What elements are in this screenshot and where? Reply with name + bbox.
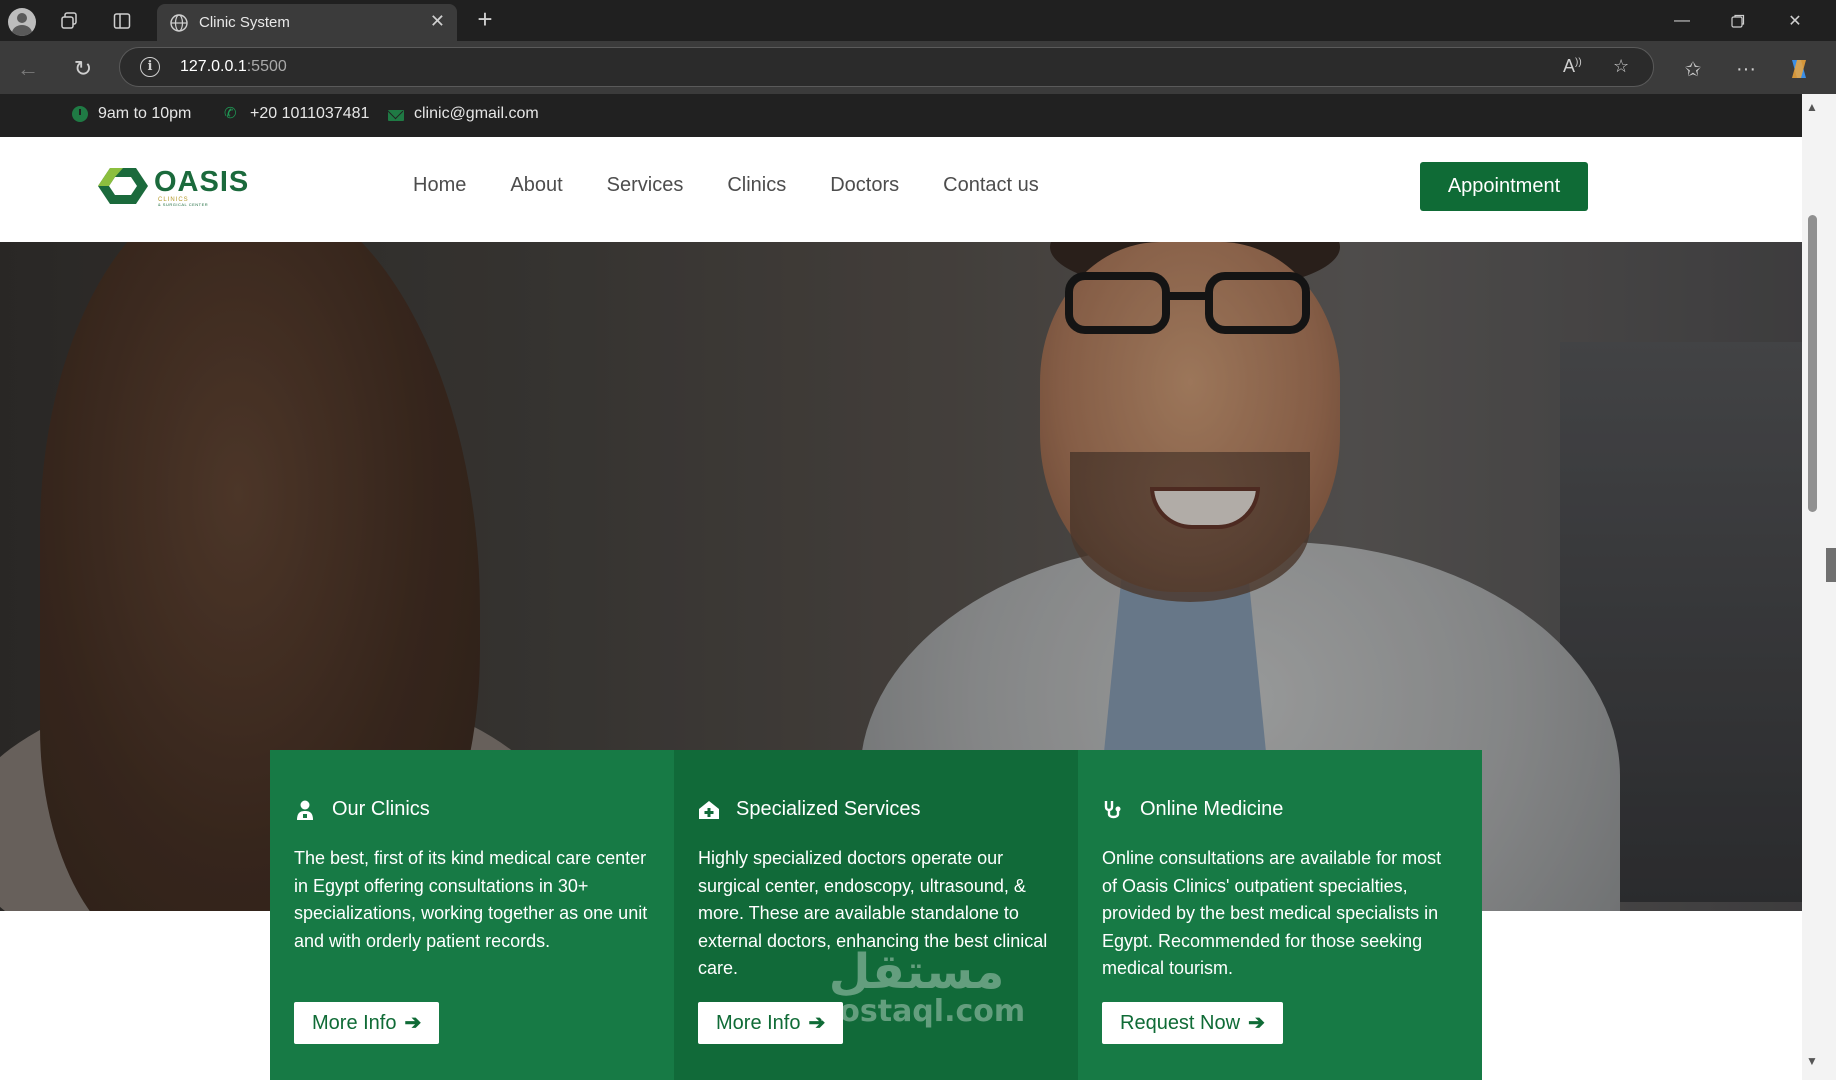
phone-item: ✆ +20 1011037481 [224, 105, 369, 123]
close-window-icon[interactable]: ✕ [1772, 8, 1818, 34]
card-text: The best, first of its kind medical care… [294, 848, 648, 951]
site-info-icon[interactable]: i [140, 57, 160, 77]
browser-tab-bar: Clinic System ✕ + — ✕ [0, 0, 1836, 41]
card-specialized-services: Specialized Services Highly specialized … [674, 750, 1078, 1080]
workspaces-icon[interactable] [56, 8, 82, 34]
page-viewport: 9am to 10pm ✆ +20 1011037481 clinic@gmai… [0, 94, 1802, 1080]
address-input[interactable]: i 127.0.0.1:5500 A)) ☆ [119, 47, 1654, 87]
favorite-star-icon[interactable]: ☆ [1613, 56, 1629, 77]
arrow-right-icon: ➔ [404, 1012, 422, 1034]
url-text: 127.0.0.1:5500 [180, 58, 287, 75]
nav-about[interactable]: About [510, 174, 562, 197]
profile-avatar-icon[interactable] [8, 8, 36, 36]
read-aloud-icon[interactable]: A)) [1563, 56, 1582, 77]
house-medical-icon [698, 799, 720, 821]
logo-subtagline: & SURGICAL CENTER [158, 202, 209, 207]
active-tab[interactable]: Clinic System ✕ [157, 4, 457, 41]
arrow-right-icon: ➔ [1248, 1012, 1265, 1034]
scrollbar-thumb[interactable] [1808, 215, 1817, 512]
scroll-down-icon[interactable]: ▼ [1806, 1054, 1818, 1068]
hours-text: 9am to 10pm [98, 105, 192, 122]
clock-icon [72, 106, 88, 122]
reload-icon[interactable]: ↻ [68, 54, 98, 84]
email-item: clinic@gmail.com [388, 105, 539, 123]
feature-cards: Our Clinics The best, first of its kind … [270, 750, 1482, 1080]
logo-text: OASIS [154, 166, 250, 198]
hexagon-logo-icon [98, 168, 148, 204]
globe-icon [170, 14, 188, 32]
back-icon[interactable]: ← [13, 54, 43, 84]
scroll-up-icon[interactable]: ▲ [1806, 100, 1818, 114]
new-tab-icon[interactable]: + [472, 4, 498, 34]
email-text: clinic@gmail.com [414, 105, 539, 122]
card-title: Our Clinics [332, 798, 430, 820]
stethoscope-icon [1102, 799, 1124, 821]
main-navbar: OASIS CLINICS & SURGICAL CENTER Home Abo… [0, 137, 1802, 242]
user-doctor-icon [294, 799, 316, 821]
nav-clinics[interactable]: Clinics [727, 174, 786, 197]
card-text: Highly specialized doctors operate our s… [698, 848, 1048, 978]
appointment-button[interactable]: Appointment [1420, 162, 1588, 211]
contact-info-bar: 9am to 10pm ✆ +20 1011037481 clinic@gmai… [0, 94, 1802, 137]
restore-icon[interactable] [1715, 8, 1761, 34]
nav-doctors[interactable]: Doctors [830, 174, 899, 197]
tab-actions-icon[interactable] [109, 8, 135, 34]
close-tab-icon[interactable]: ✕ [430, 11, 445, 32]
more-options-icon[interactable]: ··· [1731, 54, 1761, 84]
hours-item: 9am to 10pm [72, 105, 191, 123]
arrow-right-icon: ➔ [808, 1012, 826, 1034]
copilot-icon[interactable] [1784, 54, 1814, 84]
nav-home[interactable]: Home [413, 174, 466, 197]
request-now-button[interactable]: Request Now ➔ [1102, 1002, 1283, 1044]
favorites-icon[interactable]: ✩ [1678, 54, 1708, 84]
more-info-button[interactable]: More Info ➔ [698, 1002, 844, 1044]
oasis-logo[interactable]: OASIS CLINICS & SURGICAL CENTER [96, 164, 250, 208]
scrollbar-edge [1826, 548, 1836, 582]
card-title: Specialized Services [736, 798, 921, 820]
card-our-clinics: Our Clinics The best, first of its kind … [270, 750, 674, 1080]
card-title: Online Medicine [1140, 798, 1284, 820]
card-text: Online consultations are available for m… [1102, 848, 1442, 978]
nav-links: Home About Services Clinics Doctors Cont… [413, 174, 1083, 197]
envelope-icon [388, 109, 404, 121]
nav-contact[interactable]: Contact us [943, 174, 1039, 197]
tab-title: Clinic System [199, 14, 290, 31]
phone-text: +20 1011037481 [250, 105, 370, 122]
more-info-button[interactable]: More Info ➔ [294, 1002, 440, 1044]
minimize-icon[interactable]: — [1659, 8, 1705, 34]
phone-icon: ✆ [224, 105, 237, 122]
nav-services[interactable]: Services [607, 174, 684, 197]
card-online-medicine: Online Medicine Online consultations are… [1078, 750, 1482, 1080]
